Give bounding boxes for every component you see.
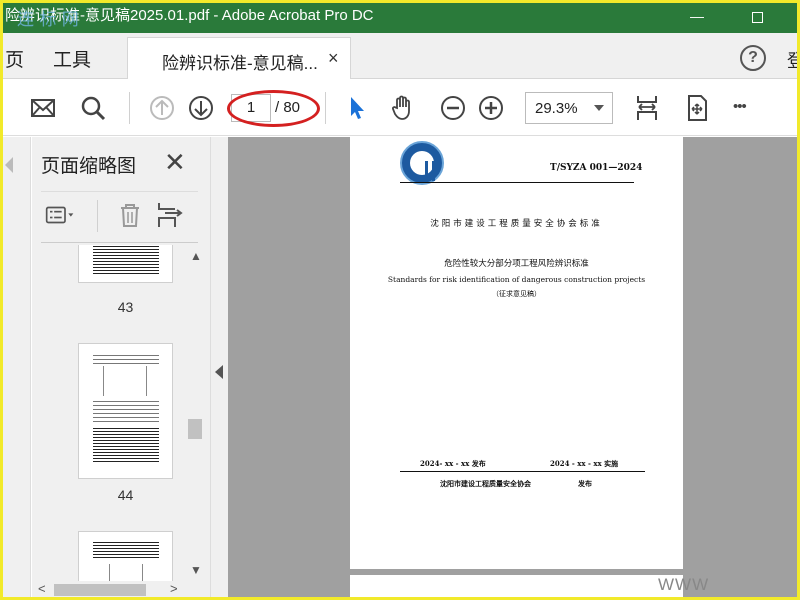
thumbnail-options-icon[interactable] [45,200,75,230]
panel-title: 页面缩略图 [41,156,137,177]
chevron-down-icon [594,105,604,111]
document-page-2 [350,575,683,597]
thumbnail-page-number: 44 [117,487,134,503]
publish-label: 发布 [578,479,592,488]
select-cursor-icon[interactable] [343,94,371,122]
next-page-icon[interactable] [187,94,215,122]
insert-page-icon[interactable] [155,200,185,230]
more-tools-icon[interactable]: ••• [733,98,747,115]
highlight-ring-annotation [227,90,320,127]
toolbar-divider [97,200,98,232]
issue-date: 2024- xx - xx 发布 [420,459,486,468]
thumbnail-text [93,398,159,422]
title-bar: 险辨识标准-意见稿2025.01.pdf - Adobe Acrobat Pro… [3,3,797,33]
document-page-1: T/SYZA 001—2024 沈阳市建设工程质量安全协会标准 危险性较大分部分… [350,137,683,569]
maximize-button[interactable] [739,3,775,31]
thumbnail-page-43[interactable] [78,245,173,283]
scrollbar-thumb[interactable] [54,584,146,596]
thumbnail-page-45[interactable] [78,531,173,585]
draft-note: （征求意见稿） [492,290,541,298]
thumbnail-table [93,542,159,558]
menu-tools[interactable]: 工具 [53,45,91,72]
vertical-scrollbar[interactable]: ▲ ▼ [186,245,204,580]
association-heading: 沈阳市建设工程质量安全协会标准 [430,219,603,229]
divider-line [400,471,645,472]
document-title-cn: 危险性较大分部分项工程风险辨识标准 [444,259,589,269]
acrobat-window: 险辨识标准-意见稿2025.01.pdf - Adobe Acrobat Pro… [3,3,797,597]
thumbnail-table [93,246,159,274]
thumbnail-diagram [103,366,147,396]
thumbnail-table [93,426,159,462]
scroll-right-icon[interactable]: > [170,581,178,596]
thumbnail-page-44[interactable] [78,343,173,479]
zoom-level-value: 29.3% [535,100,578,117]
document-tab[interactable]: 险辨识标准-意见稿... × [127,37,351,79]
close-panel-icon[interactable]: ✕ [164,147,186,178]
login-button[interactable]: 登 [787,47,797,73]
zoom-level-select[interactable]: 29.3% [525,92,613,124]
document-title-en: Standards for risk identification of dan… [387,275,646,284]
email-icon[interactable] [29,94,57,122]
toolbar-divider [129,92,130,124]
zoom-out-icon[interactable] [439,94,467,122]
horizontal-scrollbar[interactable]: < > [32,581,210,597]
association-logo [400,141,444,185]
tab-bar: 页 工具 险辨识标准-意见稿... × ? 登 [3,33,797,79]
scroll-down-icon[interactable]: ▼ [190,563,202,577]
collapse-panel-button[interactable] [210,137,228,597]
maximize-icon [751,11,763,23]
document-view[interactable]: T/SYZA 001—2024 沈阳市建设工程质量安全协会标准 危险性较大分部分… [228,137,797,597]
menu-home[interactable]: 页 [5,45,24,72]
scroll-left-icon[interactable]: < [38,581,46,596]
thumbnail-toolbar [41,191,198,243]
navigation-strip [3,137,31,597]
toolbar-divider [325,92,326,124]
minimize-button[interactable]: — [679,3,715,31]
divider-line [400,182,634,183]
help-button[interactable]: ? [740,45,766,71]
collapse-arrow-icon [215,365,223,379]
site-watermark: 连 标 网 [17,10,79,30]
standard-code: T/SYZA 001—2024 [550,163,643,173]
delete-page-icon[interactable] [115,200,145,230]
previous-page-icon[interactable] [148,94,176,122]
zoom-in-icon[interactable] [477,94,505,122]
scrollbar-thumb[interactable] [188,419,202,439]
site-watermark: WWW [658,575,710,594]
panel-pointer-icon [5,157,13,173]
page-thumbnails-panel: 页面缩略图 ✕ 43 44 ▲ ▼ < > [32,137,210,597]
scroll-up-icon[interactable]: ▲ [190,249,202,263]
document-tab-label: 险辨识标准-意见稿... [162,54,318,73]
toolbar: 1 / 80 29.3% ••• [3,80,797,136]
search-icon[interactable] [79,94,107,122]
close-tab-icon[interactable]: × [328,48,339,69]
thumbnail-text [93,354,159,364]
thumbnail-page-number: 43 [117,299,134,315]
implementation-date: 2024 - xx - xx 实施 [550,459,619,468]
thumbnail-list: 43 44 [41,245,181,585]
fit-page-icon[interactable] [633,94,661,122]
publisher-name: 沈阳市建设工程质量安全协会 [440,479,531,488]
rotate-view-icon[interactable] [683,94,711,122]
hand-tool-icon[interactable] [389,94,417,122]
